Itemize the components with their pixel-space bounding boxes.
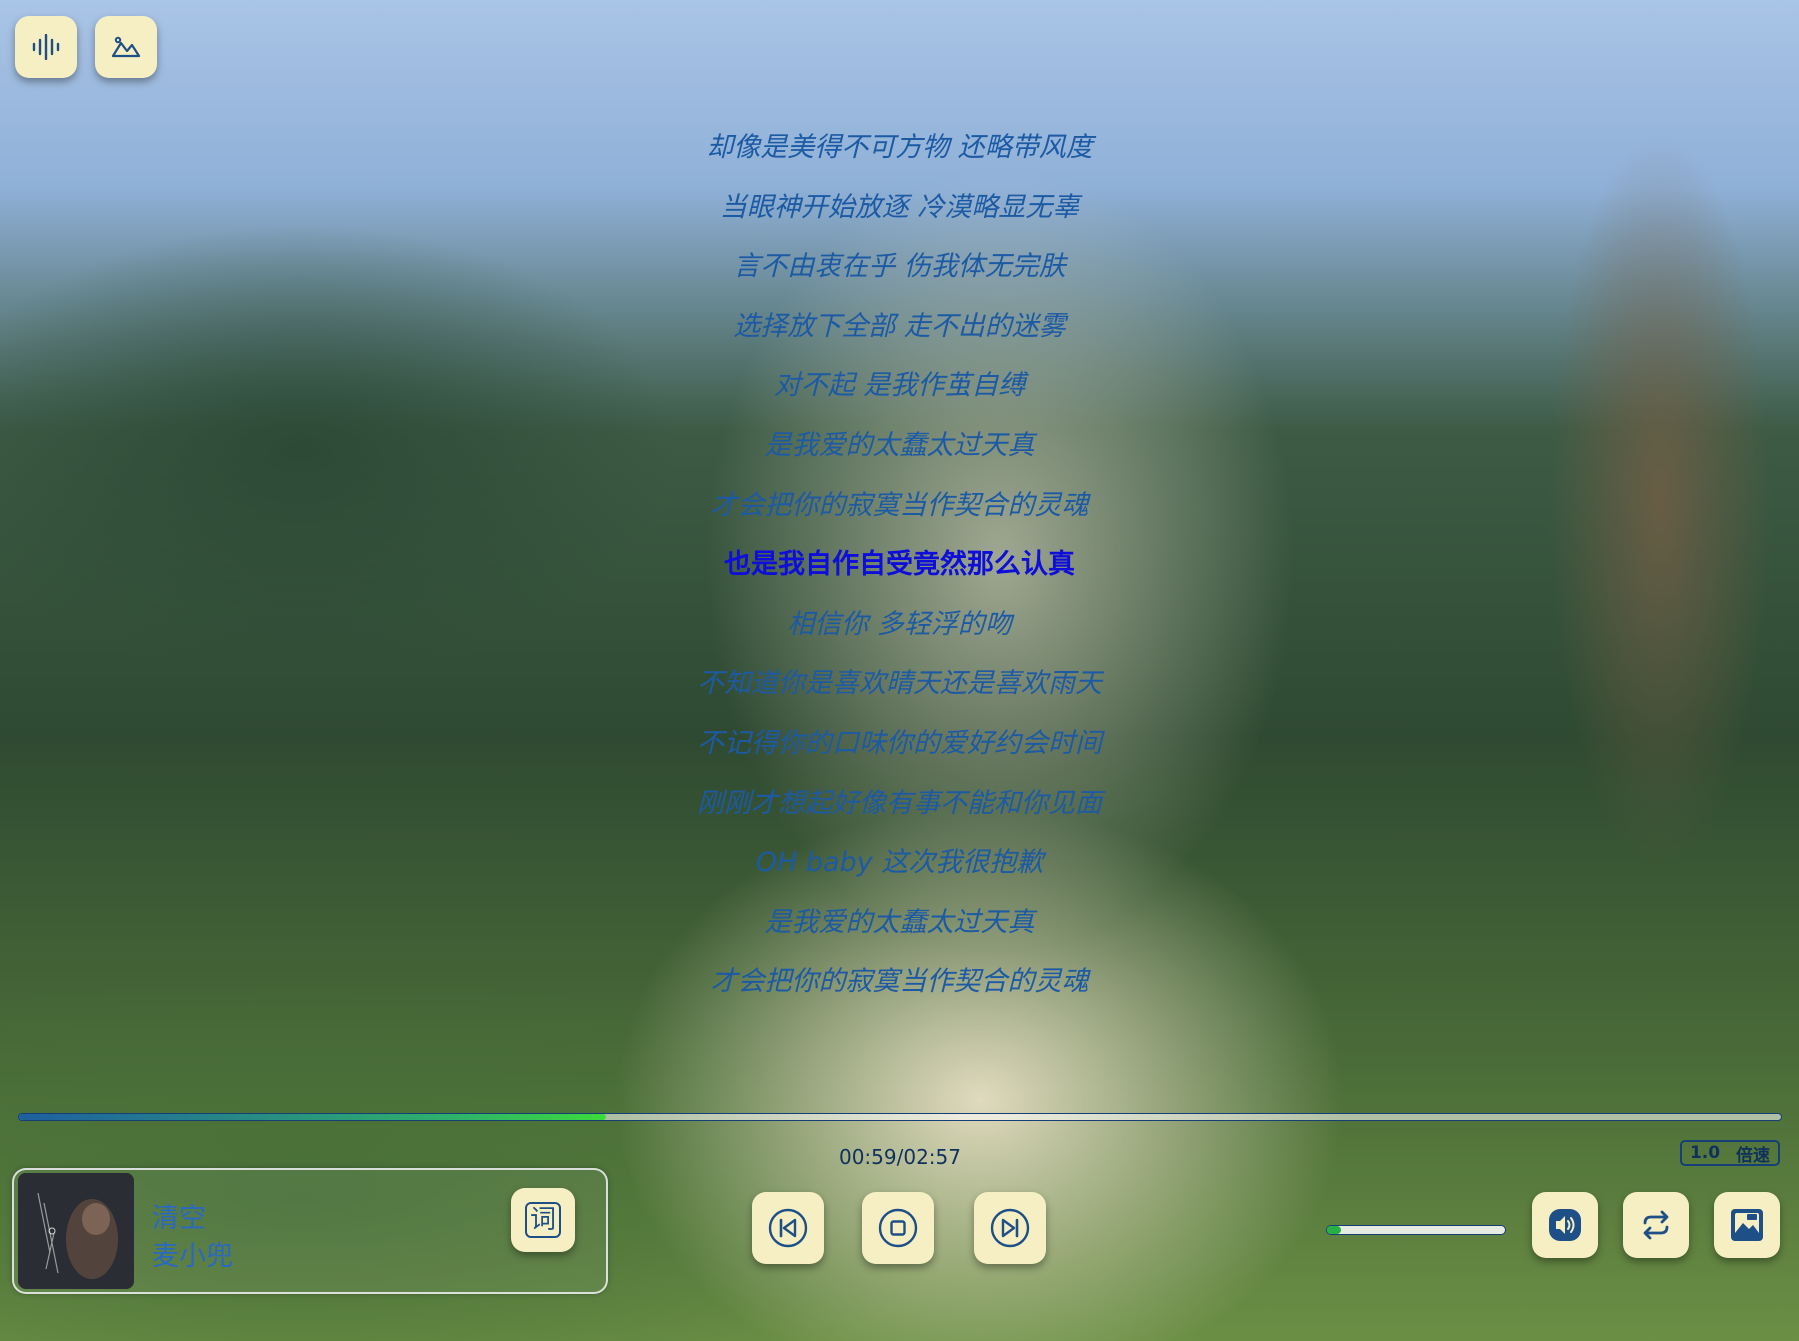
lyric-line[interactable]: 言不由衷在乎 伤我体无完肤: [733, 237, 1066, 297]
lyric-line[interactable]: 选择放下全部 走不出的迷雾: [733, 297, 1066, 357]
lyric-line[interactable]: 当眼神开始放逐 冷漠略显无辜: [720, 178, 1080, 238]
repeat-icon: [1643, 1210, 1669, 1240]
playlist-icon: [1731, 1209, 1763, 1241]
progress-fill: [19, 1114, 606, 1120]
previous-button[interactable]: [752, 1192, 824, 1264]
lyric-line[interactable]: 是我爱的太蠢太过天真: [765, 416, 1035, 476]
lyric-line[interactable]: 相信你 多轻浮的吻: [787, 595, 1012, 655]
lyrics-toggle-button[interactable]: 词: [511, 1188, 575, 1252]
next-button[interactable]: [974, 1192, 1046, 1264]
lyric-line[interactable]: OH baby 这次我很抱歉: [756, 833, 1044, 893]
next-track-icon: [990, 1208, 1030, 1248]
stop-button[interactable]: [862, 1192, 934, 1264]
album-cover[interactable]: [18, 1173, 134, 1289]
loop-mode-button[interactable]: [1623, 1192, 1689, 1258]
visualizer-button[interactable]: [15, 16, 77, 78]
lyric-line-current[interactable]: 也是我自作自受竟然那么认真: [724, 535, 1075, 595]
lyrics-button-label: 词: [524, 1202, 561, 1238]
lyric-line[interactable]: 却像是美得不可方物 还略带风度: [706, 118, 1093, 178]
song-title: 清空: [152, 1203, 206, 1234]
lyric-line[interactable]: 刚刚才想起好像有事不能和你见面: [697, 774, 1102, 834]
speed-value: 1.0: [1689, 1143, 1721, 1163]
cover-art: [18, 1173, 134, 1289]
lyric-line[interactable]: 不记得你的口味你的爱好约会时间: [697, 714, 1102, 774]
volume-button[interactable]: [1532, 1192, 1598, 1258]
playlist-button[interactable]: [1714, 1192, 1780, 1258]
speaker-icon: [1549, 1209, 1581, 1241]
progress-bar[interactable]: [18, 1113, 1782, 1121]
previous-track-icon: [768, 1208, 808, 1248]
lyric-line[interactable]: 才会把你的寂寞当作契合的灵魂: [711, 476, 1089, 536]
volume-fill: [1327, 1226, 1342, 1234]
speed-label: 倍速: [1736, 1145, 1771, 1166]
waveform-icon: [32, 34, 60, 60]
lyric-line[interactable]: 才会把你的寂寞当作契合的灵魂: [711, 952, 1089, 1012]
lyrics-panel: 却像是美得不可方物 还略带风度 当眼神开始放逐 冷漠略显无辜 言不由衷在乎 伤我体无…: [0, 118, 1799, 1012]
lyric-line[interactable]: 对不起 是我作茧自缚: [774, 356, 1026, 416]
lyric-line[interactable]: 是我爱的太蠢太过天真: [765, 893, 1035, 953]
song-artist: 麦小兜: [152, 1241, 233, 1272]
time-display: 00:59/02:57: [838, 1145, 961, 1169]
now-playing-card: 清空 麦小兜 词: [12, 1168, 608, 1294]
background-button[interactable]: [95, 16, 157, 78]
lyric-line[interactable]: 不知道你是喜欢晴天还是喜欢雨天: [697, 654, 1102, 714]
volume-slider[interactable]: [1326, 1225, 1506, 1235]
stop-icon: [878, 1208, 918, 1248]
speed-button[interactable]: 1.0 倍速: [1680, 1140, 1780, 1166]
landscape-icon: [111, 36, 141, 58]
